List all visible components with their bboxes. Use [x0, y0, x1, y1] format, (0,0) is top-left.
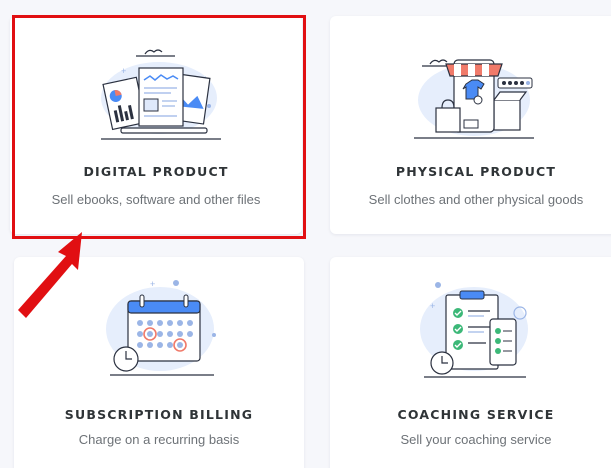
product-type-picker: + + — [0, 0, 611, 468]
subscription-calendar-illustration: + — [106, 279, 216, 376]
digital-product-illustration: + + — [101, 49, 221, 140]
card-description: Sell clothes and other physical goods — [368, 192, 584, 207]
card-title: COACHING SERVICE — [397, 407, 555, 422]
subscription-billing-card[interactable]: + SUBSCRIPTION BILLING Charge on a recur… — [14, 257, 304, 468]
coaching-checklist-illustration: + — [420, 282, 528, 378]
physical-product-card[interactable]: PHYSICAL PRODUCT Sell clothes and other … — [330, 16, 611, 234]
card-title: DIGITAL PRODUCT — [83, 164, 229, 179]
card-title: SUBSCRIPTION BILLING — [64, 407, 254, 422]
physical-product-illustration — [414, 59, 534, 139]
svg-text:+: + — [121, 66, 126, 76]
card-description: Sell ebooks, software and other files — [51, 192, 261, 207]
card-description: Sell your coaching service — [400, 432, 552, 447]
svg-text:+: + — [150, 279, 155, 289]
card-title: PHYSICAL PRODUCT — [395, 164, 557, 179]
svg-text:+: + — [430, 301, 435, 311]
card-description: Charge on a recurring basis — [78, 432, 240, 447]
coaching-service-card[interactable]: + COACHING SERVICE Sell your coaching se… — [330, 257, 611, 468]
digital-product-card[interactable]: + + — [10, 16, 302, 234]
